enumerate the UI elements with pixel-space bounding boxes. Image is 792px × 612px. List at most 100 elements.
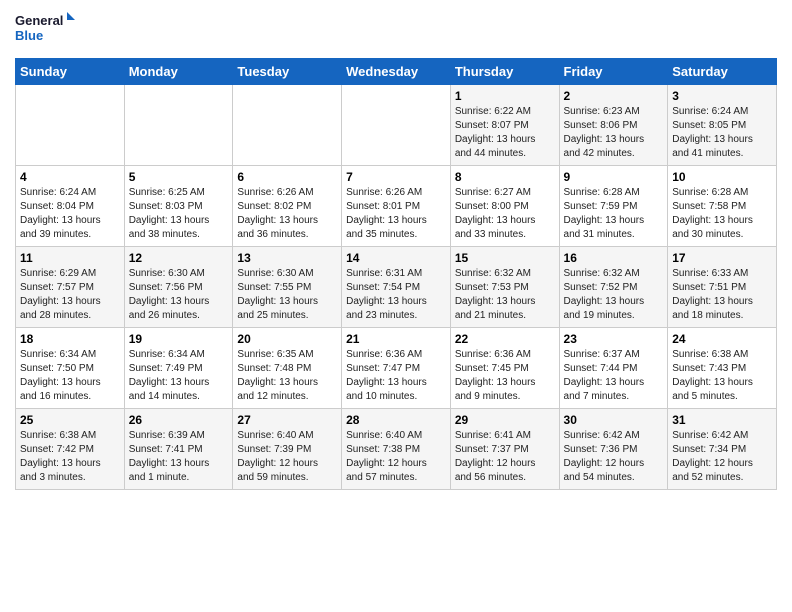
day-info: Sunrise: 6:30 AM Sunset: 7:56 PM Dayligh… <box>129 267 229 323</box>
calendar-cell <box>124 85 233 166</box>
day-info: Sunrise: 6:29 AM Sunset: 7:57 PM Dayligh… <box>20 267 120 323</box>
calendar-cell: 15 Sunrise: 6:32 AM Sunset: 7:53 PM Dayli… <box>450 247 559 328</box>
day-number: 15 <box>455 251 555 265</box>
day-info: Sunrise: 6:36 AM Sunset: 7:47 PM Dayligh… <box>346 348 446 404</box>
calendar-cell: 12 Sunrise: 6:30 AM Sunset: 7:56 PM Dayli… <box>124 247 233 328</box>
day-number: 22 <box>455 332 555 346</box>
calendar-cell: 11 Sunrise: 6:29 AM Sunset: 7:57 PM Dayli… <box>16 247 125 328</box>
calendar-cell: 21 Sunrise: 6:36 AM Sunset: 7:47 PM Dayli… <box>342 328 451 409</box>
day-info: Sunrise: 6:32 AM Sunset: 7:53 PM Dayligh… <box>455 267 555 323</box>
day-number: 28 <box>346 413 446 427</box>
header-monday: Monday <box>124 59 233 85</box>
day-info: Sunrise: 6:42 AM Sunset: 7:34 PM Dayligh… <box>672 429 772 485</box>
day-info: Sunrise: 6:31 AM Sunset: 7:54 PM Dayligh… <box>346 267 446 323</box>
day-number: 23 <box>564 332 664 346</box>
day-number: 20 <box>237 332 337 346</box>
day-number: 5 <box>129 170 229 184</box>
day-info: Sunrise: 6:40 AM Sunset: 7:39 PM Dayligh… <box>237 429 337 485</box>
svg-text:General: General <box>15 13 63 28</box>
day-number: 13 <box>237 251 337 265</box>
header-tuesday: Tuesday <box>233 59 342 85</box>
calendar-cell: 22Sunrise: 6:36 AM Sunset: 7:45 PM Dayli… <box>450 328 559 409</box>
day-number: 3 <box>672 89 772 103</box>
day-info: Sunrise: 6:35 AM Sunset: 7:48 PM Dayligh… <box>237 348 337 404</box>
day-number: 31 <box>672 413 772 427</box>
logo: General Blue <box>15 10 75 50</box>
day-number: 19 <box>129 332 229 346</box>
calendar-cell: 3Sunrise: 6:24 AM Sunset: 8:05 PM Daylig… <box>668 85 777 166</box>
day-info: Sunrise: 6:32 AM Sunset: 7:52 PM Dayligh… <box>564 267 664 323</box>
calendar-cell: 17 Sunrise: 6:33 AM Sunset: 7:51 PM Dayli… <box>668 247 777 328</box>
calendar-cell: 14 Sunrise: 6:31 AM Sunset: 7:54 PM Dayli… <box>342 247 451 328</box>
calendar-cell: 27 Sunrise: 6:40 AM Sunset: 7:39 PM Dayli… <box>233 409 342 490</box>
day-number: 18 <box>20 332 120 346</box>
day-info: Sunrise: 6:22 AM Sunset: 8:07 PM Dayligh… <box>455 105 555 161</box>
day-info: Sunrise: 6:26 AM Sunset: 8:01 PM Dayligh… <box>346 186 446 242</box>
page-header: General Blue <box>15 10 777 50</box>
calendar-cell: 4Sunrise: 6:24 AM Sunset: 8:04 PM Daylig… <box>16 166 125 247</box>
day-number: 8 <box>455 170 555 184</box>
calendar-cell: 20 Sunrise: 6:35 AM Sunset: 7:48 PM Dayli… <box>233 328 342 409</box>
day-info: Sunrise: 6:38 AM Sunset: 7:42 PM Dayligh… <box>20 429 120 485</box>
calendar-cell: 5 Sunrise: 6:25 AM Sunset: 8:03 PM Daylig… <box>124 166 233 247</box>
day-info: Sunrise: 6:41 AM Sunset: 7:37 PM Dayligh… <box>455 429 555 485</box>
day-info: Sunrise: 6:34 AM Sunset: 7:50 PM Dayligh… <box>20 348 120 404</box>
day-number: 17 <box>672 251 772 265</box>
calendar-cell <box>233 85 342 166</box>
day-info: Sunrise: 6:40 AM Sunset: 7:38 PM Dayligh… <box>346 429 446 485</box>
day-number: 21 <box>346 332 446 346</box>
day-number: 7 <box>346 170 446 184</box>
calendar-cell: 6 Sunrise: 6:26 AM Sunset: 8:02 PM Daylig… <box>233 166 342 247</box>
calendar-cell: 31 Sunrise: 6:42 AM Sunset: 7:34 PM Dayli… <box>668 409 777 490</box>
header-wednesday: Wednesday <box>342 59 451 85</box>
day-info: Sunrise: 6:26 AM Sunset: 8:02 PM Dayligh… <box>237 186 337 242</box>
calendar-cell: 16 Sunrise: 6:32 AM Sunset: 7:52 PM Dayli… <box>559 247 668 328</box>
calendar-cell: 26Sunrise: 6:39 AM Sunset: 7:41 PM Dayli… <box>124 409 233 490</box>
day-number: 27 <box>237 413 337 427</box>
week-row-4: 18 Sunrise: 6:34 AM Sunset: 7:50 PM Dayli… <box>16 328 777 409</box>
calendar-cell <box>16 85 125 166</box>
day-info: Sunrise: 6:25 AM Sunset: 8:03 PM Dayligh… <box>129 186 229 242</box>
day-number: 26 <box>129 413 229 427</box>
calendar-cell: 24 Sunrise: 6:38 AM Sunset: 7:43 PM Dayli… <box>668 328 777 409</box>
day-number: 12 <box>129 251 229 265</box>
header-saturday: Saturday <box>668 59 777 85</box>
calendar-cell: 30 Sunrise: 6:42 AM Sunset: 7:36 PM Dayli… <box>559 409 668 490</box>
day-number: 1 <box>455 89 555 103</box>
logo-svg: General Blue <box>15 10 75 50</box>
day-info: Sunrise: 6:28 AM Sunset: 7:58 PM Dayligh… <box>672 186 772 242</box>
day-number: 24 <box>672 332 772 346</box>
calendar-cell: 25 Sunrise: 6:38 AM Sunset: 7:42 PM Dayli… <box>16 409 125 490</box>
week-row-2: 4Sunrise: 6:24 AM Sunset: 8:04 PM Daylig… <box>16 166 777 247</box>
header-friday: Friday <box>559 59 668 85</box>
calendar-cell: 28 Sunrise: 6:40 AM Sunset: 7:38 PM Dayli… <box>342 409 451 490</box>
calendar-cell: 10 Sunrise: 6:28 AM Sunset: 7:58 PM Dayli… <box>668 166 777 247</box>
header-sunday: Sunday <box>16 59 125 85</box>
day-info: Sunrise: 6:42 AM Sunset: 7:36 PM Dayligh… <box>564 429 664 485</box>
week-row-1: 1 Sunrise: 6:22 AM Sunset: 8:07 PM Daylig… <box>16 85 777 166</box>
day-number: 30 <box>564 413 664 427</box>
day-number: 25 <box>20 413 120 427</box>
svg-text:Blue: Blue <box>15 28 43 43</box>
day-number: 2 <box>564 89 664 103</box>
day-info: Sunrise: 6:24 AM Sunset: 8:04 PM Dayligh… <box>20 186 120 242</box>
week-row-3: 11 Sunrise: 6:29 AM Sunset: 7:57 PM Dayli… <box>16 247 777 328</box>
calendar-header-row: SundayMondayTuesdayWednesdayThursdayFrid… <box>16 59 777 85</box>
calendar-cell: 9Sunrise: 6:28 AM Sunset: 7:59 PM Daylig… <box>559 166 668 247</box>
calendar-cell: 19Sunrise: 6:34 AM Sunset: 7:49 PM Dayli… <box>124 328 233 409</box>
day-number: 6 <box>237 170 337 184</box>
day-info: Sunrise: 6:38 AM Sunset: 7:43 PM Dayligh… <box>672 348 772 404</box>
day-number: 16 <box>564 251 664 265</box>
day-info: Sunrise: 6:23 AM Sunset: 8:06 PM Dayligh… <box>564 105 664 161</box>
day-number: 29 <box>455 413 555 427</box>
day-number: 10 <box>672 170 772 184</box>
calendar-cell: 1 Sunrise: 6:22 AM Sunset: 8:07 PM Daylig… <box>450 85 559 166</box>
day-info: Sunrise: 6:30 AM Sunset: 7:55 PM Dayligh… <box>237 267 337 323</box>
calendar-cell <box>342 85 451 166</box>
day-number: 11 <box>20 251 120 265</box>
calendar-cell: 18 Sunrise: 6:34 AM Sunset: 7:50 PM Dayli… <box>16 328 125 409</box>
calendar-table: SundayMondayTuesdayWednesdayThursdayFrid… <box>15 58 777 490</box>
day-number: 9 <box>564 170 664 184</box>
day-number: 14 <box>346 251 446 265</box>
day-info: Sunrise: 6:33 AM Sunset: 7:51 PM Dayligh… <box>672 267 772 323</box>
